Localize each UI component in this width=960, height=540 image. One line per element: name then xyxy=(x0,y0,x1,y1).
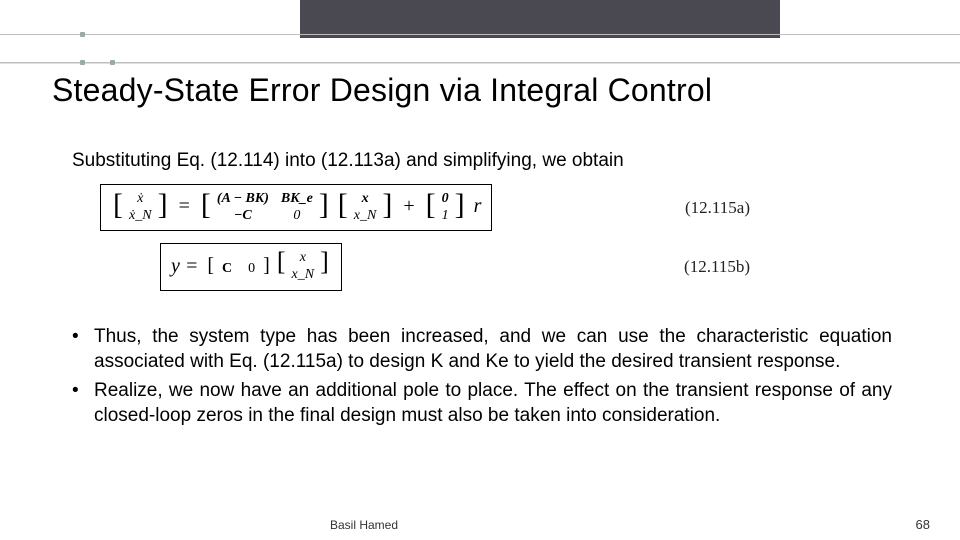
footer-page-number: 68 xyxy=(916,517,930,532)
footer-author: Basil Hamed xyxy=(330,518,398,532)
eq-b-vec-top: x xyxy=(297,250,309,267)
eq-a-b11: (A − BK) xyxy=(214,191,272,208)
decoration-dot xyxy=(80,32,85,37)
bullet-icon: • xyxy=(72,378,94,428)
bullet-list: • Thus, the system type has been increas… xyxy=(72,324,892,432)
eq-a-b22: 0 xyxy=(290,208,303,225)
decoration-dot xyxy=(110,60,115,65)
equation-b-label: (12.115b) xyxy=(644,257,750,277)
header-rule-shadow xyxy=(0,63,960,64)
header-rule-upper xyxy=(0,34,960,35)
equation-b-row: y = [ C 0 ] [ x x_N ] (12.115b) xyxy=(160,243,750,290)
page-title: Steady-State Error Design via Integral C… xyxy=(52,72,712,109)
eq-b-r2: 0 xyxy=(240,260,258,277)
equation-a-row: [ ẋ ẋ_N ] = [ (A − BK) −C BK_e xyxy=(100,184,750,231)
equation-a: [ ẋ ẋ_N ] = [ (A − BK) −C BK_e xyxy=(100,184,492,231)
bullet-text-1: Thus, the system type has been increased… xyxy=(94,324,892,374)
equation-block: [ ẋ ẋ_N ] = [ (A − BK) −C BK_e xyxy=(100,184,750,303)
eq-a-add-top: 0 xyxy=(439,191,452,208)
eq-a-lhs-bot: ẋ_N xyxy=(126,208,155,225)
eq-a-b12: BK_e xyxy=(278,191,316,208)
bullet-icon: • xyxy=(72,324,94,374)
decoration-dot xyxy=(80,60,85,65)
eq-a-tail: r xyxy=(472,195,482,217)
eq-b-r1: C xyxy=(219,260,235,277)
equation-a-label: (12.115a) xyxy=(645,198,750,218)
equation-b: y = [ C 0 ] [ x x_N ] xyxy=(160,243,342,290)
eq-a-b21: −C xyxy=(231,208,255,225)
eq-b-lhs: y = xyxy=(171,255,202,277)
eq-a-add-bot: 1 xyxy=(439,208,452,225)
bullet-text-2: Realize, we now have an additional pole … xyxy=(94,378,892,428)
eq-a-lhs-top: ẋ xyxy=(134,191,146,208)
list-item: • Realize, we now have an additional pol… xyxy=(72,378,892,428)
eq-a-vec-bot: x_N xyxy=(351,208,380,225)
eq-a-vec-top: x xyxy=(359,191,372,208)
header-decoration xyxy=(0,0,960,62)
eq-b-vec-bot: x_N xyxy=(289,267,318,284)
intro-line: Substituting Eq. (12.114) into (12.113a)… xyxy=(72,150,624,172)
list-item: • Thus, the system type has been increas… xyxy=(72,324,892,374)
slide: Steady-State Error Design via Integral C… xyxy=(0,0,960,540)
header-dark-block xyxy=(300,0,780,38)
